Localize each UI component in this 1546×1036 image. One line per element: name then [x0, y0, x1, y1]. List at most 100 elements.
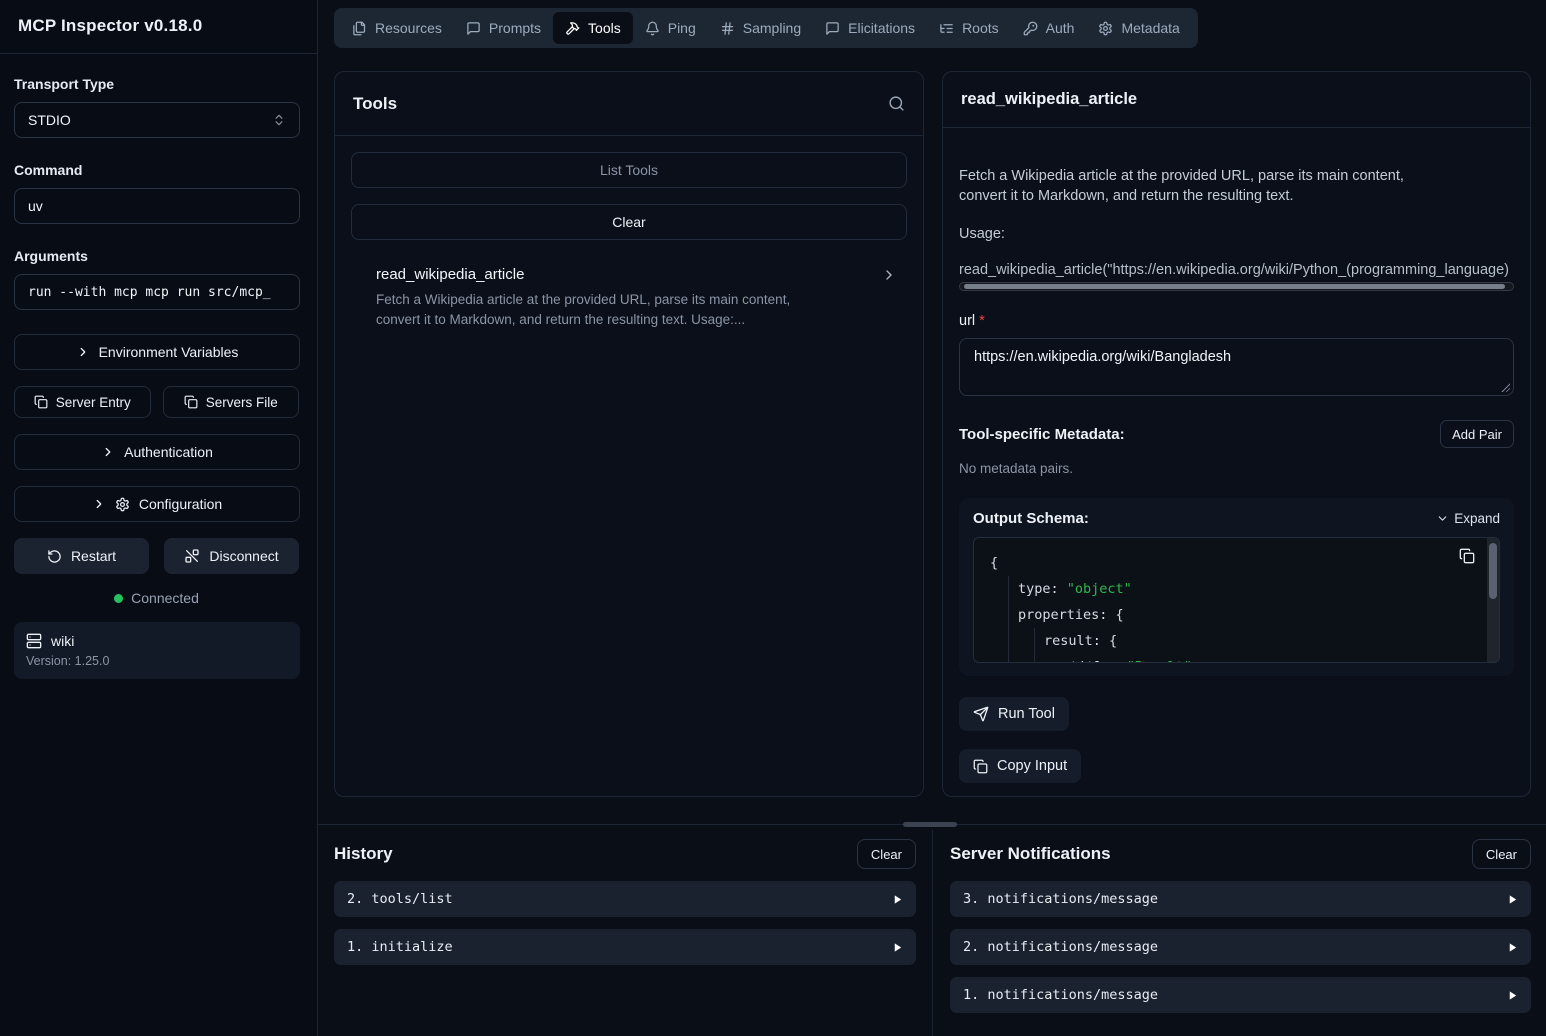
play-icon: [1507, 990, 1518, 1001]
output-schema-title: Output Schema:: [973, 510, 1089, 527]
vertical-divider: [932, 830, 933, 1036]
configuration-button[interactable]: Configuration: [14, 486, 300, 522]
chevron-right-icon: [92, 497, 106, 511]
chevron-down-icon: [1436, 512, 1449, 525]
gear-icon: [115, 497, 130, 512]
sidebar-header: MCP Inspector v0.18.0: [0, 0, 317, 54]
status-dot: [114, 594, 123, 603]
clear-notifications-button[interactable]: Clear: [1472, 839, 1531, 869]
authentication-button[interactable]: Authentication: [14, 434, 300, 470]
list-tools-button[interactable]: List Tools: [351, 152, 907, 188]
tool-list-item[interactable]: read_wikipedia_article Fetch a Wikipedia…: [351, 256, 907, 341]
copy-schema-icon[interactable]: [1459, 548, 1475, 564]
copy-input-button[interactable]: Copy Input: [959, 749, 1081, 783]
chevron-right-icon: [881, 267, 897, 283]
usage-label: Usage:: [959, 226, 1514, 242]
main-nav: Resources Prompts Tools Ping Sampling El…: [334, 8, 1198, 48]
key-icon: [1023, 21, 1038, 36]
notifications-title: Server Notifications: [950, 844, 1111, 864]
message-square-icon: [466, 21, 481, 36]
url-field-label: url: [959, 313, 975, 329]
tool-detail-panel: read_wikipedia_article Fetch a Wikipedia…: [942, 71, 1531, 797]
scrollbar-thumb[interactable]: [964, 284, 1505, 289]
notification-item[interactable]: 1. notifications/message: [950, 977, 1531, 1013]
schema-vertical-scrollbar[interactable]: [1487, 538, 1499, 662]
send-icon: [973, 706, 989, 722]
bell-icon: [645, 21, 660, 36]
tool-description: Fetch a Wikipedia article at the provide…: [376, 290, 834, 331]
clear-history-button[interactable]: Clear: [857, 839, 916, 869]
history-title: History: [334, 844, 393, 864]
tools-panel-title: Tools: [353, 94, 397, 114]
clear-tools-button[interactable]: Clear: [351, 204, 907, 240]
app-title: MCP Inspector v0.18.0: [18, 16, 299, 36]
server-name: wiki: [51, 633, 74, 649]
tab-sampling[interactable]: Sampling: [708, 12, 813, 44]
hammer-icon: [565, 21, 580, 36]
chevron-right-icon: [76, 345, 90, 359]
metadata-label: Tool-specific Metadata:: [959, 426, 1125, 443]
scrollbar-thumb[interactable]: [1489, 543, 1497, 599]
copy-icon: [973, 759, 988, 774]
play-icon: [1507, 942, 1518, 953]
play-icon: [1507, 894, 1518, 905]
files-icon: [352, 21, 367, 36]
panel-resize-handle[interactable]: [903, 822, 957, 827]
server-icon: [26, 633, 42, 649]
tab-tools[interactable]: Tools: [553, 12, 633, 44]
environment-variables-button[interactable]: Environment Variables: [14, 334, 300, 370]
url-input[interactable]: https://en.wikipedia.org/wiki/Bangladesh: [959, 338, 1514, 396]
connection-status: Connected: [14, 590, 299, 606]
server-version: Version: 1.25.0: [26, 654, 288, 668]
output-schema-card: Output Schema: Expand { type: "object" p…: [959, 498, 1514, 676]
indent-guide: [1008, 576, 1009, 662]
transport-select-value: STDIO: [28, 112, 71, 128]
server-info-card: wiki Version: 1.25.0: [14, 622, 300, 679]
restart-button[interactable]: Restart: [14, 538, 149, 574]
transport-select[interactable]: STDIO: [14, 102, 300, 138]
tab-resources[interactable]: Resources: [340, 12, 454, 44]
copy-icon: [184, 395, 198, 409]
run-tool-button[interactable]: Run Tool: [959, 697, 1069, 731]
tool-name: read_wikipedia_article: [376, 266, 524, 283]
server-entry-button[interactable]: Server Entry: [14, 386, 151, 418]
notification-item[interactable]: 3. notifications/message: [950, 881, 1531, 917]
disconnect-button[interactable]: Disconnect: [164, 538, 299, 574]
play-icon: [892, 942, 903, 953]
history-panel: History Clear 2. tools/list 1. initializ…: [334, 839, 916, 965]
chevron-right-icon: [101, 445, 115, 459]
detail-description: Fetch a Wikipedia article at the provide…: [959, 166, 1429, 206]
hash-icon: [720, 21, 735, 36]
message-square-icon: [825, 21, 840, 36]
arguments-input[interactable]: run --with mcp mcp run src/mcp_: [14, 274, 300, 310]
servers-file-button[interactable]: Servers File: [163, 386, 300, 418]
tab-metadata[interactable]: Metadata: [1086, 12, 1191, 44]
history-item[interactable]: 1. initialize: [334, 929, 916, 965]
tab-elicitations[interactable]: Elicitations: [813, 12, 927, 44]
tab-ping[interactable]: Ping: [633, 12, 708, 44]
resize-handle[interactable]: [1500, 382, 1510, 392]
add-pair-button[interactable]: Add Pair: [1440, 420, 1514, 448]
arguments-label: Arguments: [14, 248, 299, 264]
detail-title: read_wikipedia_article: [961, 90, 1137, 109]
list-tree-icon: [939, 21, 954, 36]
indent-guide: [1034, 628, 1035, 662]
usage-code: read_wikipedia_article("https://en.wikip…: [959, 262, 1514, 278]
sidebar: MCP Inspector v0.18.0 Transport Type STD…: [0, 0, 318, 1036]
tab-auth[interactable]: Auth: [1011, 12, 1087, 44]
search-icon[interactable]: [888, 95, 905, 112]
expand-schema-button[interactable]: Expand: [1436, 511, 1500, 526]
tab-roots[interactable]: Roots: [927, 12, 1011, 44]
command-input[interactable]: uv: [14, 188, 300, 224]
schema-code-block: { type: "object" properties: { result: {…: [973, 537, 1500, 663]
required-asterisk: *: [979, 313, 985, 329]
history-item[interactable]: 2. tools/list: [334, 881, 916, 917]
command-label: Command: [14, 162, 299, 178]
copy-icon: [34, 395, 48, 409]
notification-item[interactable]: 2. notifications/message: [950, 929, 1531, 965]
restart-icon: [47, 549, 62, 564]
no-metadata-text: No metadata pairs.: [959, 461, 1514, 476]
tools-panel: Tools List Tools Clear read_wikipedia_ar…: [334, 71, 924, 797]
usage-horizontal-scrollbar[interactable]: [959, 282, 1514, 291]
tab-prompts[interactable]: Prompts: [454, 12, 553, 44]
